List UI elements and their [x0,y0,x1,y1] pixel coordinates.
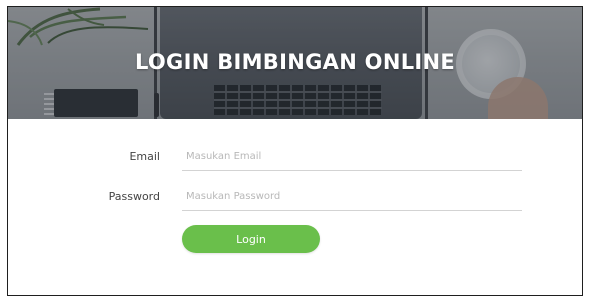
header-banner: LOGIN BIMBINGAN ONLINE [8,7,582,119]
password-field[interactable] [182,183,522,211]
login-panel: LOGIN BIMBINGAN ONLINE Email Password Lo… [7,6,583,296]
email-label: Email [129,150,160,163]
email-field[interactable] [182,143,522,171]
login-form: Email Password Login [8,119,582,295]
page-title: LOGIN BIMBINGAN ONLINE [134,50,456,74]
login-button[interactable]: Login [182,225,320,253]
email-row: Email [8,143,582,173]
password-label: Password [108,190,160,203]
password-row: Password [8,183,582,213]
